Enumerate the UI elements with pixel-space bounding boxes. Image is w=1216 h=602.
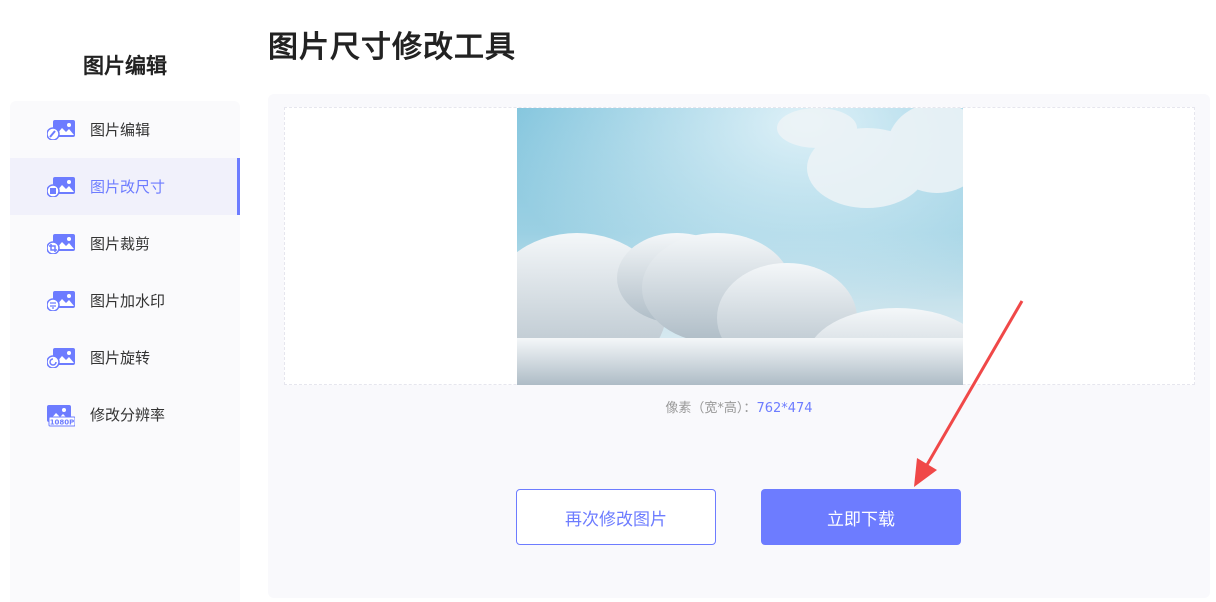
image-resolution-icon: 1080P [47,404,76,426]
sidebar-item-label: 修改分辨率 [90,406,166,424]
sidebar-item-image-edit[interactable]: 图片编辑 [10,101,240,158]
result-panel: 像素（宽*高）：762*474 再次修改图片 立即下载 [268,94,1210,598]
sidebar-item-label: 图片编辑 [90,121,151,139]
sidebar: 图片编辑 图片改尺寸 图片裁剪 图片加水印 图片旋转 1080P 修改分辨率 [10,101,240,602]
sidebar-item-label: 图片旋转 [90,349,151,367]
sidebar-item-label: 图片加水印 [90,292,166,310]
sidebar-item-resolution[interactable]: 1080P 修改分辨率 [10,386,240,443]
size-value: 762*474 [756,401,813,416]
image-size-info: 像素（宽*高）：762*474 [268,397,1210,416]
download-button[interactable]: 立即下载 [761,489,961,545]
sidebar-item-image-watermark[interactable]: 图片加水印 [10,272,240,329]
image-rotate-icon [46,347,75,369]
resolution-badge: 1080P [50,418,75,426]
sidebar-item-label: 图片改尺寸 [90,178,166,196]
sidebar-item-image-resize[interactable]: 图片改尺寸 [10,158,240,215]
sidebar-item-image-rotate[interactable]: 图片旋转 [10,329,240,386]
sidebar-item-label: 图片裁剪 [90,235,151,253]
image-watermark-icon [46,290,75,312]
page-title: 图片尺寸修改工具 [268,30,516,65]
image-edit-icon [46,119,75,141]
sidebar-title: 图片编辑 [83,54,167,78]
image-preview-frame [284,107,1195,385]
modify-again-button[interactable]: 再次修改图片 [516,489,716,545]
sidebar-item-image-crop[interactable]: 图片裁剪 [10,215,240,272]
image-resize-icon [46,176,75,198]
image-crop-icon [46,233,75,255]
size-label: 像素（宽*高）： [665,401,757,416]
preview-image [517,108,963,385]
